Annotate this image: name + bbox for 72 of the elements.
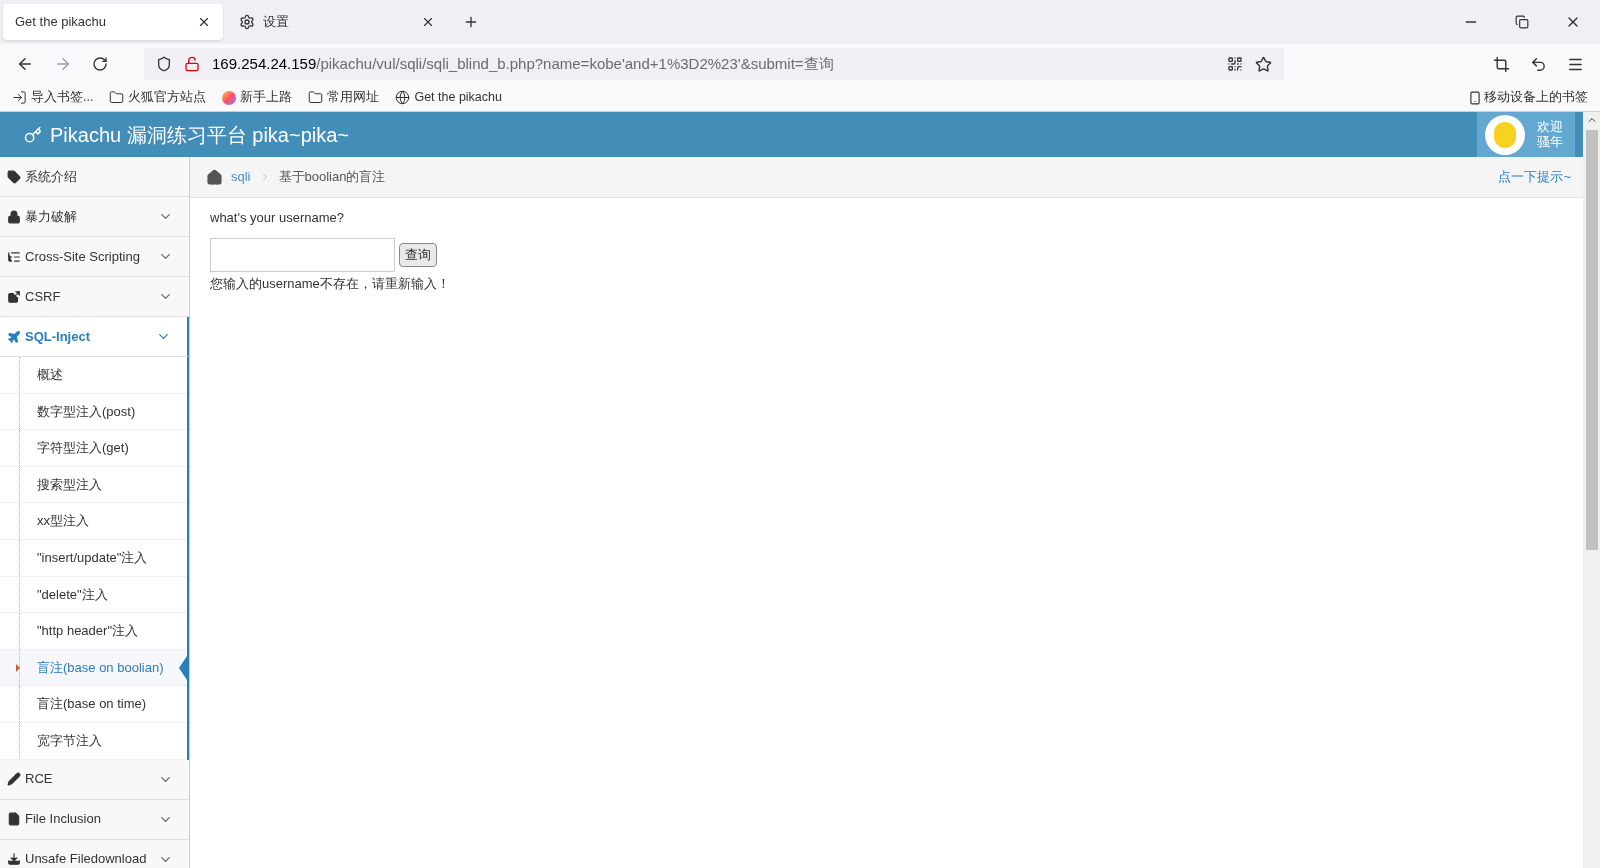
insecure-lock-icon [184, 56, 200, 72]
tag-icon [7, 169, 21, 184]
folder-icon [308, 90, 324, 105]
pencil-icon [7, 772, 21, 787]
key-icon [24, 125, 42, 144]
shield-icon [156, 56, 172, 72]
browser-tab[interactable]: Get the pikachu [3, 4, 223, 40]
submenu-item[interactable]: 盲注(base on time) [0, 686, 187, 723]
submenu-item[interactable]: 宽字节注入 [0, 722, 187, 760]
submenu-item[interactable]: "delete"注入 [0, 576, 187, 614]
breadcrumb-item: 基于boolian的盲注 [278, 168, 386, 187]
new-tab-icon[interactable] [463, 14, 479, 30]
tab-title: Get the pikachu [15, 13, 108, 32]
bookmark[interactable]: 导入书签... [12, 88, 94, 107]
undo-icon[interactable] [1530, 55, 1547, 73]
bookmark[interactable]: 新手上路 [222, 88, 293, 107]
restore-icon[interactable] [1515, 15, 1529, 29]
bookmark[interactable]: Get the pikachu [395, 88, 502, 107]
sidebar-item[interactable]: Cross-Site Scripting [0, 237, 189, 277]
home-icon[interactable] [206, 168, 223, 186]
submenu-item[interactable]: 概述 [0, 357, 187, 394]
sidebar-item[interactable]: 暴力破解 [0, 197, 189, 237]
sidebar-item[interactable]: File Inclusion [0, 799, 189, 840]
query-button[interactable]: 查询 [399, 242, 437, 267]
lock-icon [7, 209, 21, 224]
bookmark[interactable]: 常用网址 [308, 88, 380, 107]
bookmark[interactable]: 火狐官方站点 [109, 88, 207, 107]
reload-icon[interactable] [92, 56, 108, 72]
import-icon [12, 90, 27, 105]
submenu-item[interactable]: 盲注(base on boolian) [0, 649, 187, 687]
mobile-bookmarks[interactable]: 移动设备上的书签 [1468, 88, 1588, 107]
file-icon [7, 812, 21, 827]
submenu-item[interactable]: 搜索型注入 [0, 466, 187, 504]
share-icon [7, 289, 21, 304]
globe-icon [395, 90, 411, 105]
back-icon[interactable] [16, 55, 34, 73]
close-icon[interactable] [197, 15, 211, 29]
scrollbar[interactable] [1583, 112, 1600, 868]
submenu-item[interactable]: 字符型注入(get) [0, 430, 187, 467]
welcome-text: 欢迎 [1537, 119, 1563, 135]
sidebar-item[interactable]: CSRF [0, 277, 189, 317]
submenu-item[interactable]: xx型注入 [0, 503, 187, 540]
folder-icon [109, 90, 125, 105]
tab-title: 设置 [263, 13, 290, 32]
site-title: Pikachu 漏洞练习平台 pika~pika~ [50, 122, 349, 148]
firefox-logo-icon [222, 90, 237, 105]
submenu-item[interactable]: 数字型注入(post) [0, 393, 187, 431]
star-icon[interactable] [1255, 55, 1272, 73]
question-text: what's your username? [210, 209, 345, 227]
submenu-item[interactable]: "insert/update"注入 [0, 539, 187, 577]
avatar-icon [1485, 114, 1525, 155]
submenu-item[interactable]: "http header"注入 [0, 613, 187, 650]
download-icon [7, 852, 21, 867]
crop-icon[interactable] [1493, 55, 1510, 73]
phone-icon [1468, 90, 1482, 105]
sidebar-item[interactable]: Unsafe Filedownload [0, 839, 189, 868]
sidebar-item[interactable]: 系统介绍 [0, 157, 189, 197]
message-text: 您输入的username不存在，请重新输入！ [210, 274, 451, 293]
sidebar-item[interactable]: SQL-Inject [0, 317, 189, 357]
hint-link[interactable]: 点一下提示~ [1498, 167, 1571, 187]
address-bar[interactable]: 169.254.24.159/pikachu/vul/sqli/sqli_blind_b.php?name=kobe'and+1%3D2%23'&submit=查询 [144, 48, 1284, 80]
welcome-text: 骚年 [1537, 134, 1563, 150]
url-text: 169.254.24.159/pikachu/vul/sqli/sqli_blind_b.php?name=kobe'and+1%3D2%23'&submit=查询 [212, 53, 835, 74]
settings-icon [239, 14, 255, 30]
qr-code-icon[interactable] [1227, 56, 1243, 72]
browser-tab[interactable]: 设置 [227, 4, 447, 40]
plane-icon [7, 329, 21, 344]
sidebar-item[interactable]: RCE [0, 759, 189, 800]
close-icon[interactable] [421, 15, 435, 29]
tree-icon [7, 249, 21, 264]
caret-icon [16, 663, 20, 672]
username-field[interactable] [210, 237, 395, 272]
